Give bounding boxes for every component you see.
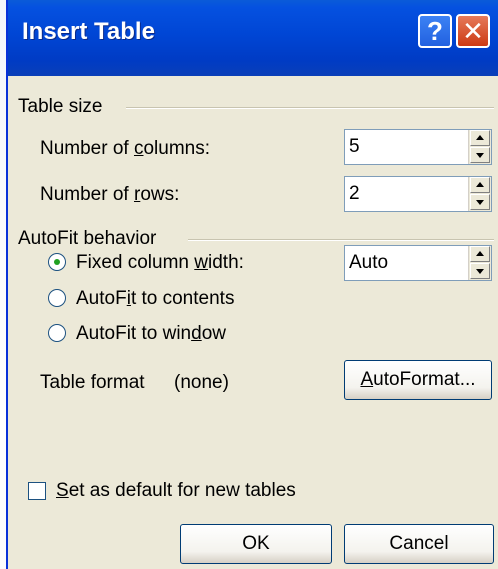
autoformat-button[interactable]: AutoFormat... <box>344 360 492 400</box>
rows-value[interactable]: 2 <box>349 183 360 205</box>
autofit-window-label[interactable]: AutoFit to window <box>76 323 226 345</box>
set-default-label[interactable]: Set as default for new tables <box>56 480 296 502</box>
rows-spinner-arrows[interactable] <box>468 177 491 211</box>
help-button[interactable]: ? <box>418 14 452 48</box>
set-default-checkbox[interactable] <box>28 482 46 500</box>
columns-value[interactable]: 5 <box>349 136 360 158</box>
decrement-arrow-icon[interactable] <box>470 147 490 163</box>
table-size-divider <box>126 107 494 109</box>
increment-arrow-icon[interactable] <box>470 130 490 146</box>
fixed-width-label[interactable]: Fixed column width: <box>76 252 244 274</box>
fixed-width-spinner[interactable]: Auto <box>344 245 492 281</box>
fixed-width-radio[interactable] <box>48 253 66 271</box>
help-icon: ? <box>427 16 443 46</box>
columns-label: Number of columns: <box>40 138 211 159</box>
decrement-arrow-icon[interactable] <box>470 263 490 279</box>
increment-arrow-icon[interactable] <box>470 246 490 262</box>
cancel-button[interactable]: Cancel <box>344 524 494 564</box>
autofit-window-radio[interactable] <box>48 324 66 342</box>
ok-button[interactable]: OK <box>180 524 332 564</box>
decrement-arrow-icon[interactable] <box>470 194 490 210</box>
columns-spinner[interactable]: 5 <box>344 129 492 165</box>
autofit-heading: AutoFit behavior <box>18 228 157 249</box>
columns-spinner-arrows[interactable] <box>468 130 491 164</box>
title-bar[interactable]: Insert Table ? ✕ <box>8 0 498 76</box>
dialog-title: Insert Table <box>22 18 155 45</box>
table-format-value: (none) <box>174 372 229 393</box>
insert-table-dialog: Insert Table ? ✕ Table size Number of co… <box>6 0 498 569</box>
fixed-width-spinner-arrows[interactable] <box>468 246 491 280</box>
autofit-divider <box>188 239 494 241</box>
autofit-contents-label[interactable]: AutoFit to contents <box>76 288 234 310</box>
table-size-heading: Table size <box>18 96 103 117</box>
increment-arrow-icon[interactable] <box>470 177 490 193</box>
fixed-width-value[interactable]: Auto <box>349 252 388 274</box>
autofit-contents-radio[interactable] <box>48 289 66 307</box>
close-icon: ✕ <box>462 16 484 46</box>
table-format-label: Table format <box>40 372 145 393</box>
rows-label: Number of rows: <box>40 184 180 205</box>
rows-spinner[interactable]: 2 <box>344 176 492 212</box>
close-button[interactable]: ✕ <box>456 14 490 48</box>
